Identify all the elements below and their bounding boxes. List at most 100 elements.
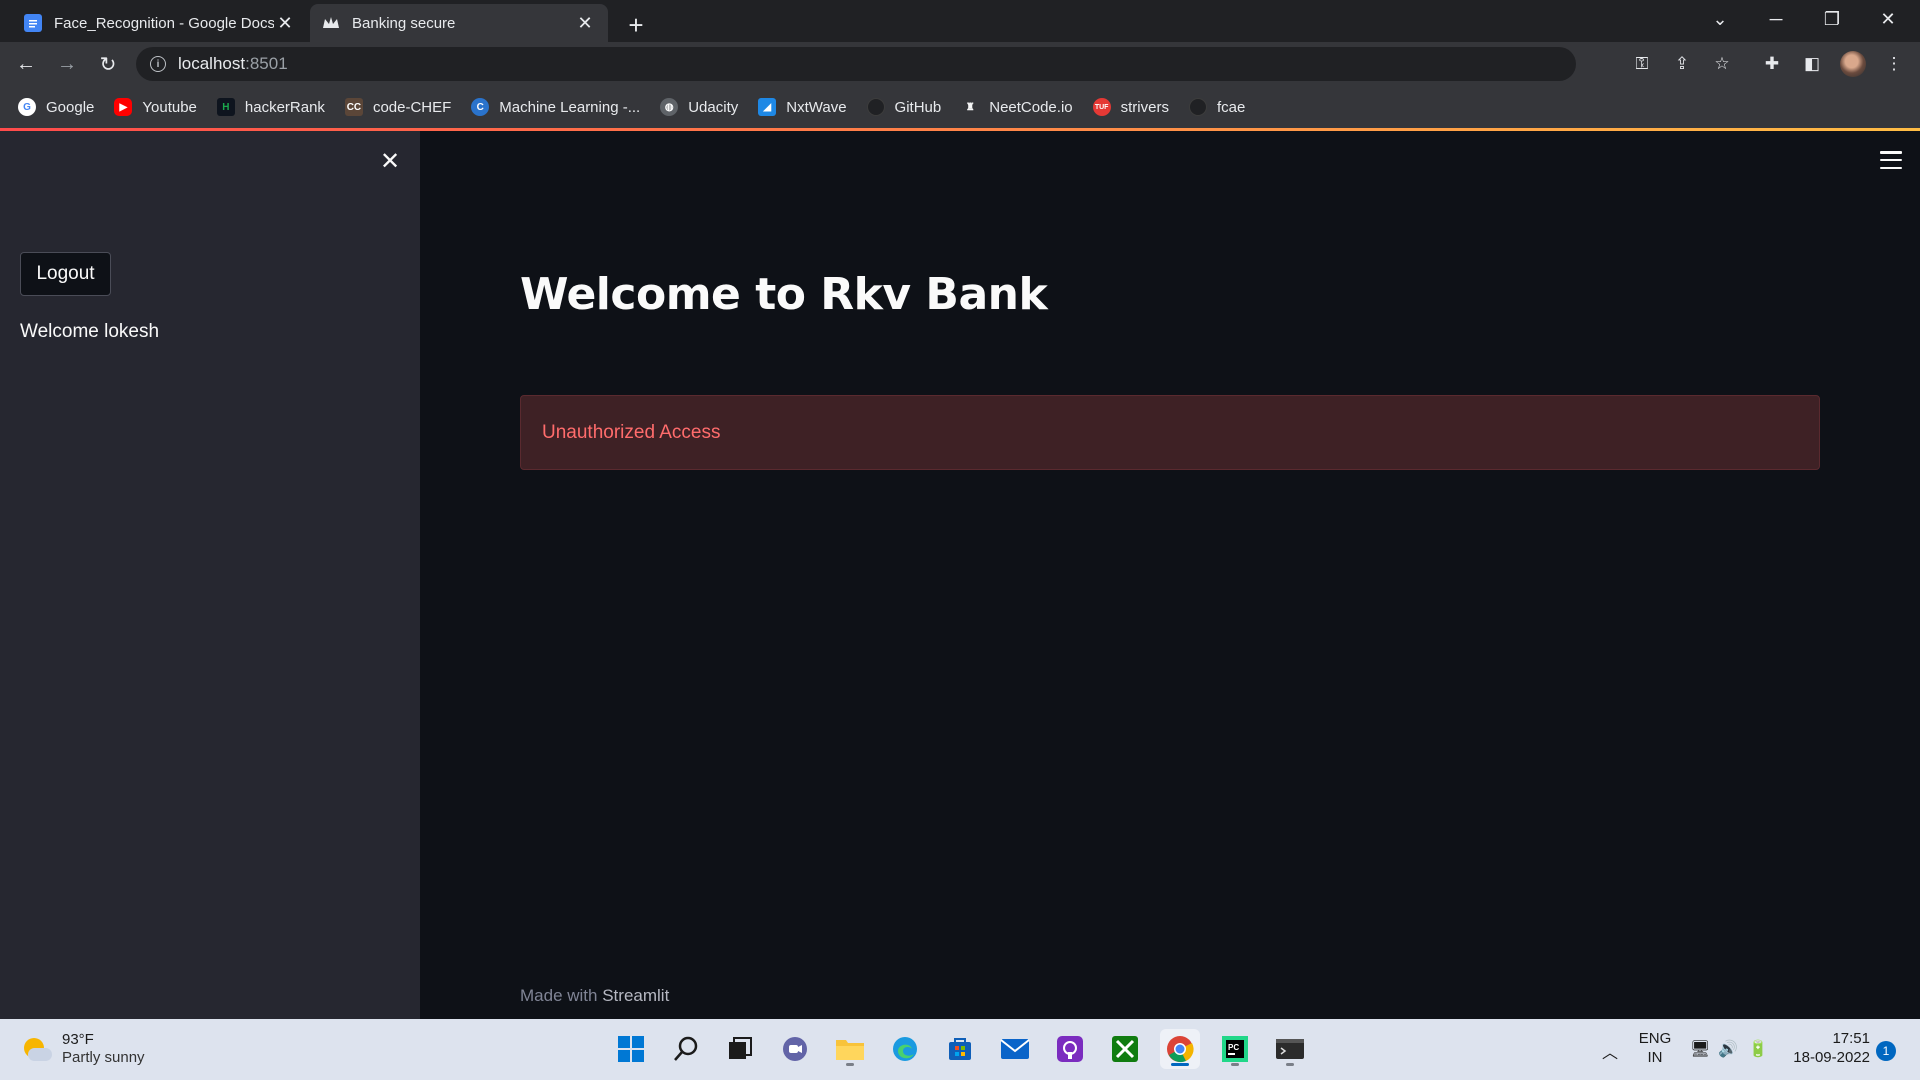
bookmark-machine-learning[interactable]: C Machine Learning -... [471,98,640,116]
codechef-icon: CC [344,98,363,116]
sidebar: ✕ Logout Welcome lokesh [0,131,420,1019]
clock-time: 17:51 [1832,1030,1870,1047]
bookmark-label: strivers [1120,98,1169,116]
forward-arrow-icon[interactable]: → [51,48,83,80]
bookmark-github[interactable]: GitHub [866,98,942,116]
lang-bottom: IN [1647,1049,1663,1066]
weather-widget[interactable]: 93°F Partly sunny [22,1031,145,1067]
minimize-icon[interactable]: ─ [1748,0,1804,38]
notification-badge[interactable]: 1 [1876,1041,1896,1061]
bookmarks-bar: G Google ▶ Youtube H hackerRank CC code-… [0,86,1920,128]
bookmark-label: Youtube [142,98,197,116]
striver-icon: TUF [1092,98,1111,116]
bookmark-fcae[interactable]: fcae [1188,98,1246,116]
bookmark-label: hackerRank [244,98,325,116]
xbox-icon[interactable] [1105,1029,1145,1069]
lang-top: ENG [1638,1030,1672,1047]
error-alert-text: Unauthorized Access [542,421,721,443]
bookmark-label: Google [46,98,95,116]
streamlit-crown-icon [322,14,340,32]
bookmark-label: GitHub [894,98,942,116]
logout-button[interactable]: Logout [20,252,111,296]
tab-banking-secure[interactable]: Banking secure ✕ [310,4,608,42]
share-icon[interactable]: ⇪ [1668,50,1696,78]
volume-icon[interactable]: 🔊 [1718,1039,1738,1059]
nxtwave-icon: ◢ [758,98,777,116]
globe-icon: ◍ [660,98,679,116]
bookmark-youtube[interactable]: ▶ Youtube [114,98,197,116]
tab-search-icon[interactable]: ⌄ [1692,0,1748,38]
restore-icon[interactable]: ❐ [1804,0,1860,38]
bookmark-label: code-CHEF [372,98,452,116]
github-icon [866,98,885,116]
svg-text:PC: PC [1228,1043,1239,1052]
chrome-icon[interactable] [1160,1029,1200,1069]
error-alert: Unauthorized Access [520,395,1820,470]
profile-avatar[interactable] [1840,51,1866,77]
footer: Made with Streamlit [520,986,669,1006]
podcast-app-icon[interactable] [1050,1029,1090,1069]
start-windows-icon[interactable] [611,1029,651,1069]
search-icon[interactable] [666,1029,706,1069]
bookmark-label: fcae [1216,98,1246,116]
pycharm-icon[interactable]: PC [1215,1029,1255,1069]
bookmark-strivers[interactable]: TUF strivers [1092,98,1169,116]
streamlit-link[interactable]: Streamlit [602,986,669,1005]
youtube-icon: ▶ [114,98,133,116]
battery-icon[interactable]: 🔋 [1748,1039,1768,1059]
tab-title: Banking secure [352,14,456,32]
coursera-icon: C [471,98,490,116]
microsoft-store-icon[interactable] [940,1029,980,1069]
address-bar[interactable]: i localhost:8501 [136,47,1576,81]
windows-taskbar: 93°F Partly sunny PC ︿ ENG IN 🖥 🔊 🔋 17:5… [0,1019,1920,1080]
browser-tab-strip: Face_Recognition - Google Docs ✕ Banking… [0,0,1920,42]
globe-icon [1188,98,1207,116]
google-docs-icon [24,14,42,32]
hamburger-menu-icon[interactable] [1880,151,1902,169]
address-host: localhost [178,54,246,73]
bookmark-star-icon[interactable]: ☆ [1708,50,1736,78]
tab-face-recognition[interactable]: Face_Recognition - Google Docs ✕ [12,4,308,42]
reload-icon[interactable]: ↻ [92,48,124,80]
password-key-icon[interactable]: ⚿ [1628,50,1656,78]
tab-title: Face_Recognition - Google Docs [54,14,274,32]
mail-icon[interactable] [995,1029,1035,1069]
chevron-up-icon[interactable]: ︿ [1602,1039,1618,1063]
address-port: :8501 [245,54,288,73]
file-explorer-icon[interactable] [830,1029,870,1069]
chrome-menu-icon[interactable]: ⋮ [1880,50,1908,78]
partly-sunny-icon [22,1034,52,1064]
bookmark-nxtwave[interactable]: ◢ NxtWave [758,98,847,116]
back-arrow-icon[interactable]: ← [10,48,42,80]
weather-temp: 93°F [62,1031,94,1048]
task-view-icon[interactable] [720,1029,760,1069]
terminal-icon[interactable] [1270,1029,1310,1069]
new-tab-button[interactable]: + [620,9,652,41]
close-tab-icon[interactable]: ✕ [274,12,296,34]
hackerrank-icon: H [216,98,235,116]
bookmark-udacity[interactable]: ◍ Udacity [660,98,738,116]
site-info-icon[interactable]: i [150,56,166,72]
bookmark-neetcode[interactable]: ♜ NeetCode.io [961,98,1073,116]
teams-chat-icon[interactable] [775,1029,815,1069]
bookmark-google[interactable]: G Google [18,98,94,116]
close-window-icon[interactable]: ✕ [1860,0,1916,38]
bookmark-label: Udacity [688,98,739,116]
edge-browser-icon[interactable] [885,1029,925,1069]
neetcode-icon: ♜ [965,101,975,113]
bookmark-label: NeetCode.io [989,98,1073,116]
network-icon[interactable]: 🖥 [1690,1039,1710,1059]
bookmark-hackerrank[interactable]: H hackerRank [216,98,325,116]
bookmark-codechef[interactable]: CC code-CHEF [344,98,452,116]
browser-toolbar: ← → ↻ i localhost:8501 ⚿ ⇪ ☆ ✚ ◧ ⋮ [0,42,1920,86]
close-tab-icon[interactable]: ✕ [574,12,596,34]
clock[interactable]: 17:51 18-09-2022 [1784,1029,1870,1067]
main-content: Welcome to Rkv Bank Unauthorized Access … [420,131,1920,1019]
extensions-puzzle-icon[interactable]: ✚ [1758,50,1786,78]
footer-prefix: Made with [520,986,598,1005]
page-title: Welcome to Rkv Bank [520,269,1048,320]
language-indicator[interactable]: ENG IN [1638,1029,1672,1067]
side-panel-icon[interactable]: ◧ [1798,50,1826,78]
google-icon: G [18,98,36,116]
close-sidebar-icon[interactable]: ✕ [378,148,402,175]
